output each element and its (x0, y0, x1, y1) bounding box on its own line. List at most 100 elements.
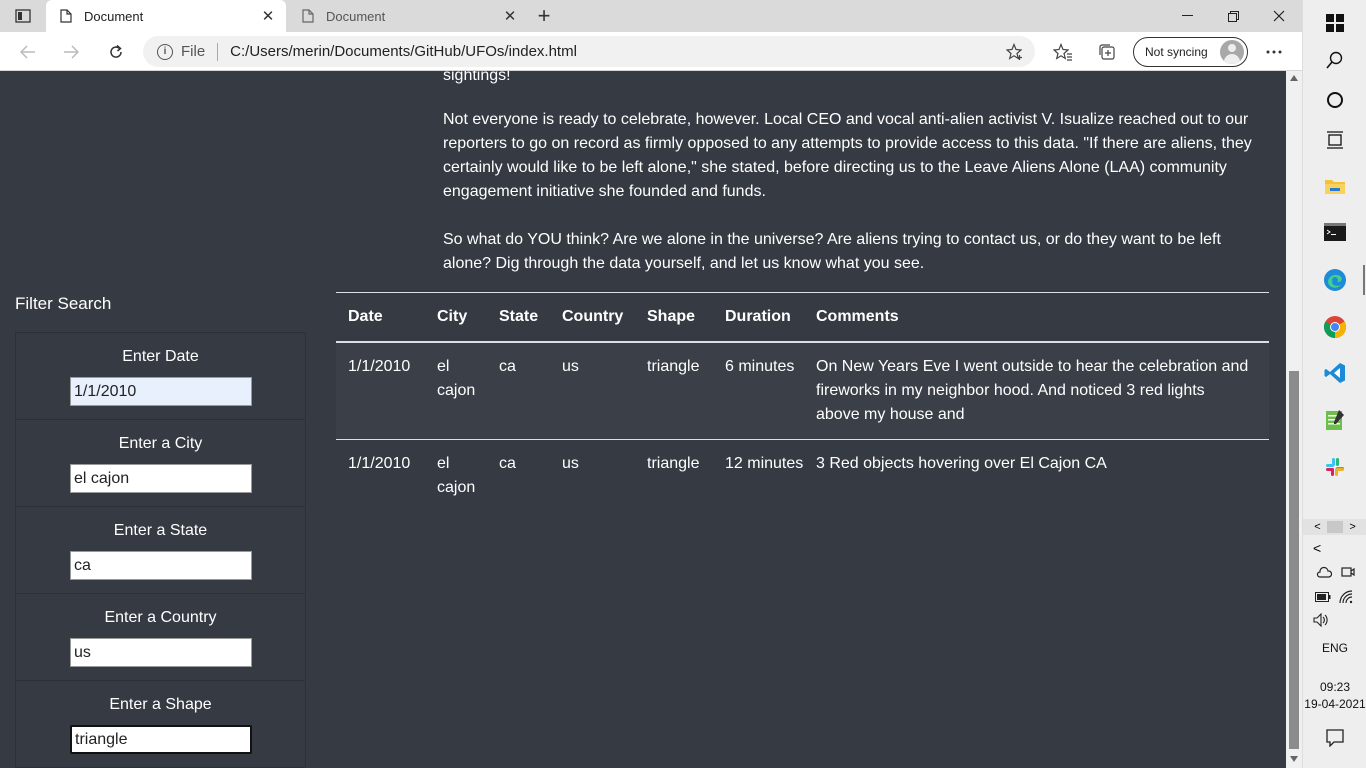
volume-icon[interactable] (1313, 613, 1329, 627)
tab-title: Document (326, 8, 386, 24)
cell-country: us (550, 341, 635, 440)
vscode-icon[interactable] (1303, 350, 1366, 396)
date-input[interactable] (70, 377, 252, 406)
scroll-down-icon[interactable] (1290, 756, 1298, 762)
cell-date: 1/1/2010 (348, 454, 411, 472)
cell-shape: triangle (635, 341, 713, 440)
filter-date: Enter Date (16, 333, 305, 420)
close-tab-icon[interactable]: ✕ (258, 6, 278, 26)
windows-taskbar: < > < ENG 09:23 19-04-2021 (1302, 0, 1366, 768)
back-icon[interactable] (15, 39, 41, 65)
article-paragraph: sightings! (443, 71, 511, 84)
volume-row (1303, 611, 1366, 629)
url-text[interactable]: C:/Users/merin/Documents/GitHub/UFOs/ind… (230, 43, 1005, 60)
page-scrollbar[interactable] (1286, 71, 1302, 768)
meet-now-icon[interactable] (1340, 565, 1355, 579)
profile-label: Not syncing (1145, 45, 1208, 59)
slack-icon[interactable] (1303, 444, 1366, 490)
column-header-city: City (425, 292, 487, 343)
onedrive-icon[interactable] (1316, 566, 1332, 578)
document-icon (300, 8, 316, 24)
tab-strip: Document ✕ Document ✕ + (0, 0, 1302, 32)
tab-title: Document (84, 8, 144, 24)
chevron-left-icon[interactable]: < (1313, 540, 1321, 556)
terminal-icon[interactable] (1303, 209, 1366, 255)
tab-document-active[interactable]: Document ✕ (46, 0, 286, 32)
minimize-icon[interactable] (1164, 0, 1210, 32)
restore-icon[interactable] (1210, 0, 1256, 32)
tray-scroll-right-icon[interactable]: > (1349, 521, 1355, 533)
action-center-icon[interactable] (1303, 715, 1366, 761)
battery-icon[interactable] (1315, 592, 1331, 602)
file-explorer-icon[interactable] (1303, 163, 1366, 209)
language-indicator[interactable]: ENG (1303, 641, 1366, 655)
tray-row-2 (1303, 588, 1366, 606)
document-icon (58, 8, 74, 24)
notepad-icon[interactable] (1303, 397, 1366, 443)
city-input[interactable] (70, 464, 252, 493)
article-fragment: sightings! (443, 71, 1273, 88)
country-input[interactable] (70, 638, 252, 667)
cell-duration: 12 minutes (725, 454, 804, 472)
more-options-icon[interactable] (1262, 40, 1286, 64)
favorites-icon[interactable] (1051, 40, 1075, 64)
tab-actions-icon[interactable] (12, 6, 34, 26)
close-tab-icon[interactable]: ✕ (500, 6, 520, 26)
cell-country: us (562, 454, 579, 472)
collections-icon[interactable] (1095, 40, 1119, 64)
article-paragraph: So what do YOU think? Are we alone in th… (443, 231, 1221, 272)
page-viewport: sightings! Not everyone is ready to cele… (0, 71, 1286, 768)
scrollbar-thumb[interactable] (1289, 371, 1299, 749)
forward-icon[interactable] (58, 39, 84, 65)
show-hidden-icons[interactable]: < (1303, 539, 1366, 557)
close-window-icon[interactable] (1256, 0, 1302, 32)
cell-date: 1/1/2010 (336, 341, 425, 440)
tray-scroll-left-icon[interactable]: < (1314, 521, 1320, 533)
shape-input[interactable] (70, 725, 252, 754)
state-input[interactable] (70, 551, 252, 580)
wifi-icon[interactable] (1339, 590, 1355, 604)
cell-comments: On New Years Eve I went outside to hear … (804, 341, 1269, 440)
tray-scroll-thumb[interactable] (1327, 521, 1343, 533)
column-header-date: Date (336, 292, 425, 343)
filter-shape-label: Enter a Shape (109, 696, 212, 713)
scroll-up-icon[interactable] (1290, 75, 1298, 81)
column-header-duration: Duration (713, 292, 804, 343)
filter-country: Enter a Country (16, 594, 305, 681)
cell-state: ca (499, 454, 516, 472)
address-bar[interactable]: i File C:/Users/merin/Documents/GitHub/U… (143, 36, 1035, 67)
cell-state: ca (487, 341, 550, 440)
filter-city: Enter a City (16, 420, 305, 507)
filter-search-title: Filter Search (15, 294, 112, 313)
tray-row-1 (1303, 563, 1366, 581)
clock-date[interactable]: 19-04-2021 (1303, 697, 1366, 711)
chrome-icon[interactable] (1303, 304, 1366, 350)
article-body: Not everyone is ready to celebrate, howe… (443, 108, 1273, 276)
article-paragraph: Not everyone is ready to celebrate, howe… (443, 111, 1252, 200)
table-row: 1/1/2010 el cajon ca us triangle 12 minu… (336, 439, 1269, 512)
profile-button[interactable]: Not syncing (1133, 37, 1248, 67)
filter-country-label: Enter a Country (104, 609, 217, 626)
tab-document-inactive[interactable]: Document ✕ (288, 0, 528, 32)
clock-time[interactable]: 09:23 (1303, 680, 1366, 694)
task-view-icon[interactable] (1303, 117, 1366, 163)
ufo-table: Date City State Country Shape Duration C… (336, 292, 1269, 512)
browser-toolbar: i File C:/Users/merin/Documents/GitHub/U… (0, 32, 1302, 71)
refresh-icon[interactable] (103, 39, 129, 65)
edge-icon[interactable] (1303, 257, 1366, 303)
filter-city-label: Enter a City (118, 435, 203, 452)
cell-city: el cajon (425, 341, 487, 440)
avatar-icon (1220, 40, 1244, 64)
cell-duration: 6 minutes (713, 341, 804, 440)
filter-state: Enter a State (16, 507, 305, 594)
add-favorite-icon[interactable] (1005, 42, 1025, 62)
filter-date-label: Enter Date (122, 348, 199, 365)
site-info-icon[interactable]: i (157, 43, 173, 60)
new-tab-button[interactable]: + (533, 3, 555, 28)
cell-shape: triangle (647, 454, 700, 472)
filter-shape: Enter a Shape (16, 681, 305, 768)
filter-panel: Enter Date Enter a City Enter a State En… (15, 332, 306, 768)
table-row: 1/1/2010 el cajon ca us triangle 6 minut… (336, 341, 1269, 440)
tray-scroller[interactable]: < > (1303, 519, 1366, 535)
column-header-state: State (487, 292, 550, 343)
